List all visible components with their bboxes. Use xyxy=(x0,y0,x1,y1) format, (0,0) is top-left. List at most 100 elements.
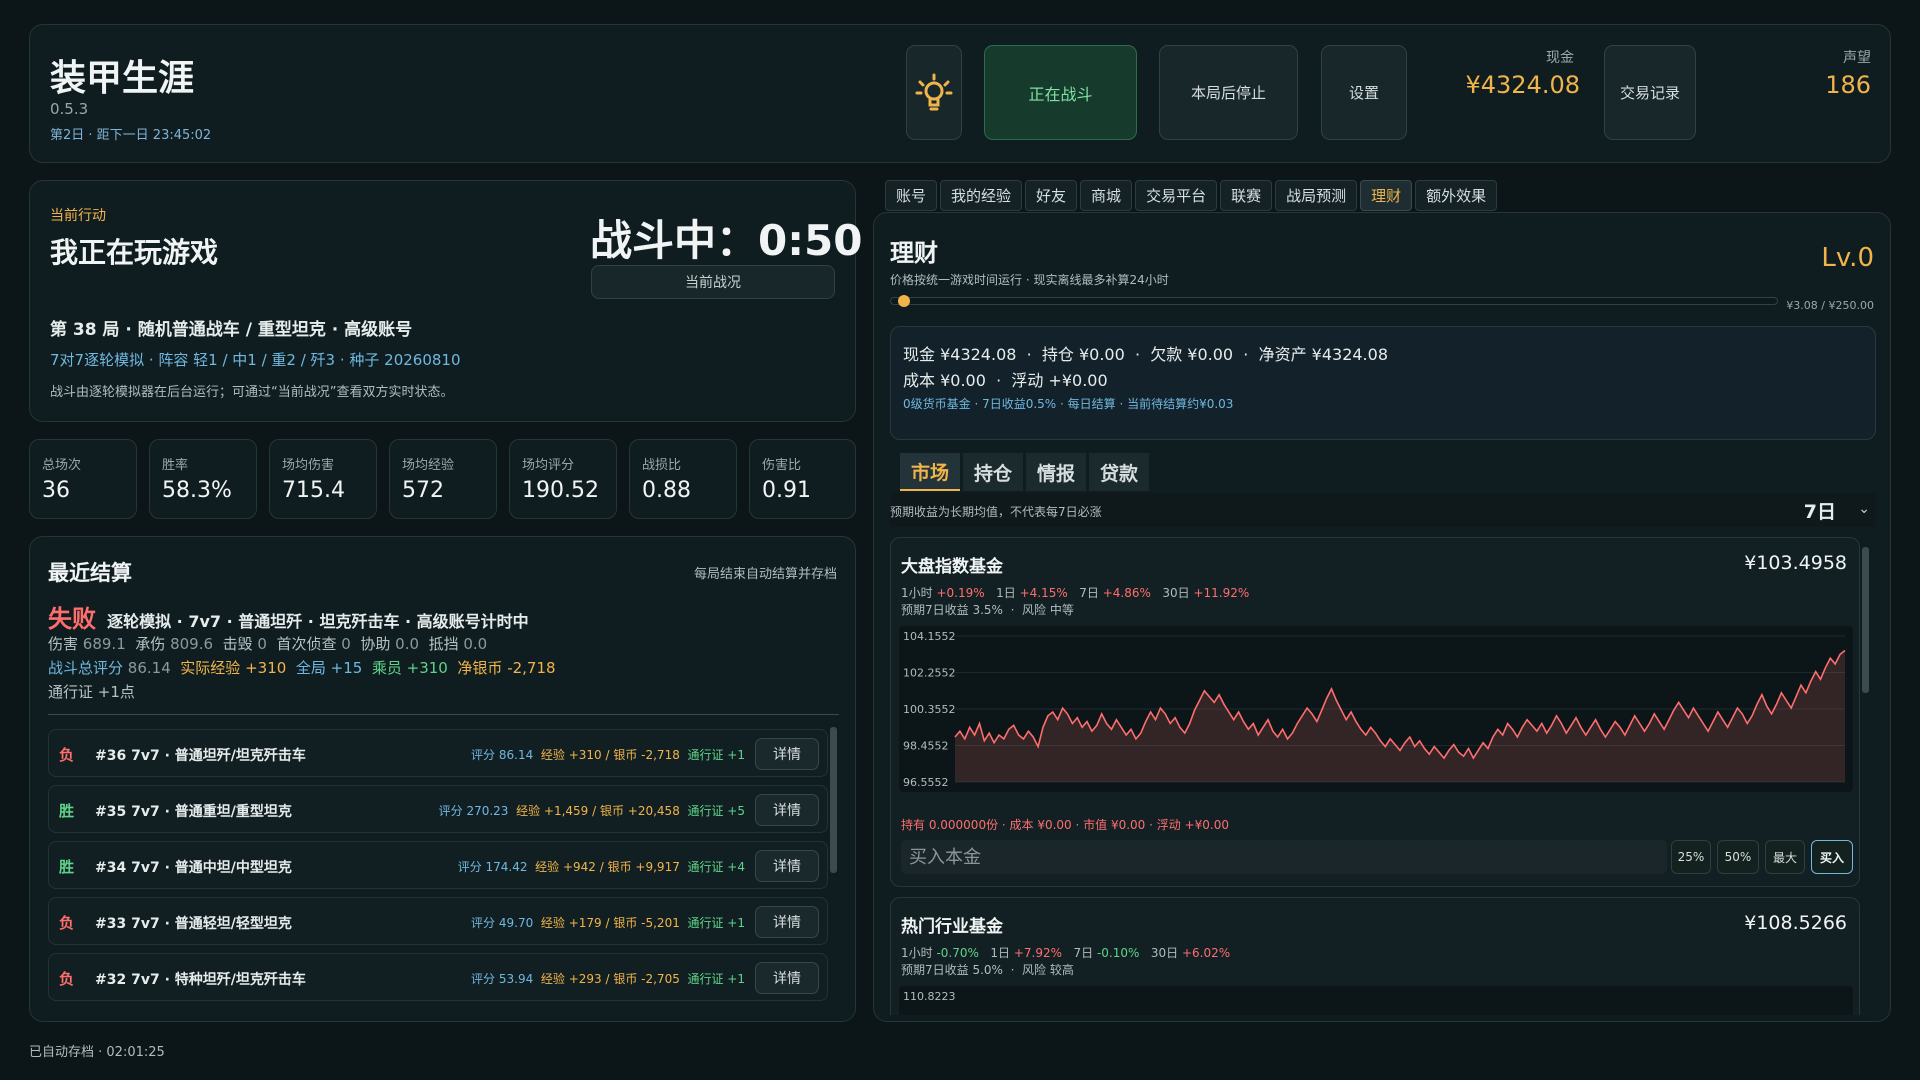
tab-account[interactable]: 账号 xyxy=(885,180,938,211)
latest-result: 失败 逐轮模拟 · 7v7 · 普通坦歼 · 坦克歼击车 · 高级账号计时中 xyxy=(48,599,529,634)
stat-card-total: 总场次 36 xyxy=(29,439,137,519)
top-bar: 装甲生涯 0.5.3 第2日 · 距下一日 23:45:02 正在战斗 本局后停… xyxy=(29,24,1891,163)
stat-value: 0.91 xyxy=(762,478,811,503)
tab-trading[interactable]: 交易平台 xyxy=(1135,180,1218,211)
fund-card: 大盘指数基金 ¥103.4958 1小时 +0.19% 1日 +4.15% 7日… xyxy=(890,537,1860,887)
finance-panel: 理财 价格按统一游戏时间运行 · 现实离线最多补算24小时 Lv.0 ¥3.08… xyxy=(873,212,1891,1022)
stat-card-kd-ratio: 战损比 0.88 xyxy=(629,439,737,519)
subtab-market[interactable]: 市场 xyxy=(900,453,961,491)
cash-value: ¥4324.08 xyxy=(1465,71,1580,99)
result-combat-stats: 伤害 689.1 承伤 809.6 击毁 0 首次侦查 0 协助 0.0 抵挡 … xyxy=(48,635,488,653)
tab-friends[interactable]: 好友 xyxy=(1025,180,1078,211)
divider xyxy=(48,714,839,715)
result-row[interactable]: 负 #36 7v7 · 普通坦歼/坦克歼击车 评分 86.14 经验 +310 … xyxy=(48,729,828,777)
money-fund-note: 0级货币基金 · 7日收益0.5% · 每日结算 · 当前待结算约¥0.03 xyxy=(903,397,1234,411)
tab-prediction[interactable]: 战局预测 xyxy=(1275,180,1358,211)
detail-button[interactable]: 详情 xyxy=(755,850,819,882)
stat-value: 58.3% xyxy=(162,478,232,503)
finance-title: 理财 xyxy=(890,239,938,267)
tab-extra-effects[interactable]: 额外效果 xyxy=(1415,180,1498,211)
detail-button[interactable]: 详情 xyxy=(755,906,819,938)
fund-list-scrollbar[interactable] xyxy=(1862,547,1869,693)
recent-results-panel: 最近结算 每局结束自动结算并存档 失败 逐轮模拟 · 7v7 · 普通坦歼 · … xyxy=(29,536,856,1022)
subtab-intel[interactable]: 情报 xyxy=(1026,453,1087,491)
stat-label: 总场次 xyxy=(42,458,82,473)
summary-net-assets: 净资产 ¥4324.08 xyxy=(1258,345,1388,364)
tab-league[interactable]: 联赛 xyxy=(1220,180,1273,211)
chevron-down-icon[interactable]: ⌄ xyxy=(1858,501,1870,517)
stop-after-match-button[interactable]: 本局后停止 xyxy=(1159,45,1298,140)
current-battle-status-button[interactable]: 当前战况 xyxy=(591,265,835,299)
progress-indicator xyxy=(897,295,910,307)
fund-expectation: 预期7日收益 3.5% · 风险 中等 xyxy=(901,603,1074,617)
summary-holding: 持仓 ¥0.00 xyxy=(1041,345,1125,364)
current-action-panel: 当前行动 我正在玩游戏 战斗中：0:50 当前战况 第 38 局 · 随机普通战… xyxy=(29,180,862,422)
period-select[interactable]: 7日 xyxy=(1804,497,1836,524)
stat-value: 0.88 xyxy=(642,478,691,503)
asset-summary: 现金 ¥4324.08 · 持仓 ¥0.00 · 欠款 ¥0.00 · 净资产 … xyxy=(890,326,1876,440)
stat-label: 战损比 xyxy=(642,458,682,473)
stat-value: 715.4 xyxy=(282,478,345,503)
tab-shop[interactable]: 商城 xyxy=(1080,180,1133,211)
detail-button[interactable]: 详情 xyxy=(755,962,819,994)
settings-button[interactable]: 设置 xyxy=(1321,45,1407,140)
tab-my-exp[interactable]: 我的经验 xyxy=(940,180,1023,211)
stat-label: 胜率 xyxy=(162,458,189,473)
buy-button[interactable]: 买入 xyxy=(1811,840,1853,874)
summary-cash: 现金 ¥4324.08 xyxy=(903,345,1017,364)
quick-max-button[interactable]: 最大 xyxy=(1765,840,1805,874)
simulation-description: 战斗由逐轮模拟器在后台运行；可通过“当前战况”查看双方实时状态。 xyxy=(50,385,454,400)
quick-25-button[interactable]: 25% xyxy=(1671,840,1711,874)
fund-price-chart: 110.8223 xyxy=(899,986,1853,1015)
result-pass-points: 通行证 +1点 xyxy=(48,683,135,701)
fund-expectation: 预期7日收益 5.0% · 风险 较高 xyxy=(901,963,1074,977)
finance-subtabs: 市场 持仓 情报 贷款 xyxy=(900,453,1152,491)
result-row[interactable]: 负 #33 7v7 · 普通轻坦/轻型坦克 评分 49.70 经验 +179 /… xyxy=(48,897,828,945)
stat-value: 572 xyxy=(402,478,444,503)
price-chart-svg: 104.1552 102.2552 100.3552 98.4552 96.5552 xyxy=(903,630,1846,789)
reputation-value: 186 xyxy=(1825,71,1871,99)
y-tick-label: 102.2552 xyxy=(903,667,956,680)
stat-label: 场均伤害 xyxy=(282,458,335,473)
fund-name: 大盘指数基金 xyxy=(901,557,1003,577)
stat-label: 伤害比 xyxy=(762,458,802,473)
result-row[interactable]: 负 #32 7v7 · 特种坦歼/坦克歼击车 评分 53.94 经验 +293 … xyxy=(48,953,828,1001)
reputation-label: 声望 xyxy=(1843,50,1871,66)
result-row[interactable]: 胜 #35 7v7 · 普通重坦/重型坦克 评分 270.23 经验 +1,45… xyxy=(48,785,828,833)
battle-status-button[interactable]: 正在战斗 xyxy=(984,45,1137,140)
y-tick-label: 104.1552 xyxy=(903,630,956,643)
quick-50-button[interactable]: 50% xyxy=(1717,840,1759,874)
fund-card: 热门行业基金 ¥108.5266 1小时 -0.70% 1日 +7.92% 7日… xyxy=(890,897,1860,1015)
fund-price-chart: 104.1552 102.2552 100.3552 98.4552 96.5552 xyxy=(899,626,1853,792)
detail-button[interactable]: 详情 xyxy=(755,738,819,770)
buy-amount-input[interactable] xyxy=(901,840,1667,874)
tab-finance[interactable]: 理财 xyxy=(1360,180,1413,211)
results-scrollbar[interactable] xyxy=(830,727,837,873)
stat-card-winrate: 胜率 58.3% xyxy=(149,439,257,519)
trade-log-button[interactable]: 交易记录 xyxy=(1604,45,1696,140)
y-tick-label: 98.4552 xyxy=(903,740,949,753)
result-rewards: 战斗总评分 86.14 实际经验 +310 全局 +15 乘员 +310 净银币… xyxy=(48,659,556,677)
stat-card-avg-damage: 场均伤害 715.4 xyxy=(269,439,377,519)
result-outcome: 失败 xyxy=(48,605,96,633)
autosave-status: 已自动存档 · 02:01:25 xyxy=(29,1045,165,1060)
recent-results-title: 最近结算 xyxy=(48,561,132,585)
battle-timer: 战斗中：0:50 xyxy=(590,216,863,265)
price-area xyxy=(955,650,1845,782)
level-progress-bar xyxy=(890,295,1778,307)
match-info: 第 38 局 · 随机普通战车 / 重型坦克 · 高级账号 xyxy=(50,320,413,340)
stat-value: 36 xyxy=(42,478,70,503)
idea-button[interactable] xyxy=(906,45,962,140)
summary-float: 浮动 +¥0.00 xyxy=(1011,371,1108,390)
result-row[interactable]: 胜 #34 7v7 · 普通中坦/中型坦克 评分 174.42 经验 +942 … xyxy=(48,841,828,889)
detail-button[interactable]: 详情 xyxy=(755,794,819,826)
main-tabs: 账号 我的经验 好友 商城 交易平台 联赛 战局预测 理财 额外效果 xyxy=(885,180,1500,211)
fund-name: 热门行业基金 xyxy=(901,917,1003,937)
subtab-holdings[interactable]: 持仓 xyxy=(963,453,1024,491)
subtab-loans[interactable]: 贷款 xyxy=(1089,453,1150,491)
current-action-tag: 当前行动 xyxy=(50,208,106,224)
cash-label: 现金 xyxy=(1546,50,1574,66)
result-description: 逐轮模拟 · 7v7 · 普通坦歼 · 坦克歼击车 · 高级账号计时中 xyxy=(107,612,529,631)
current-action-title: 我正在玩游戏 xyxy=(50,236,219,269)
stat-card-damage-ratio: 伤害比 0.91 xyxy=(749,439,856,519)
